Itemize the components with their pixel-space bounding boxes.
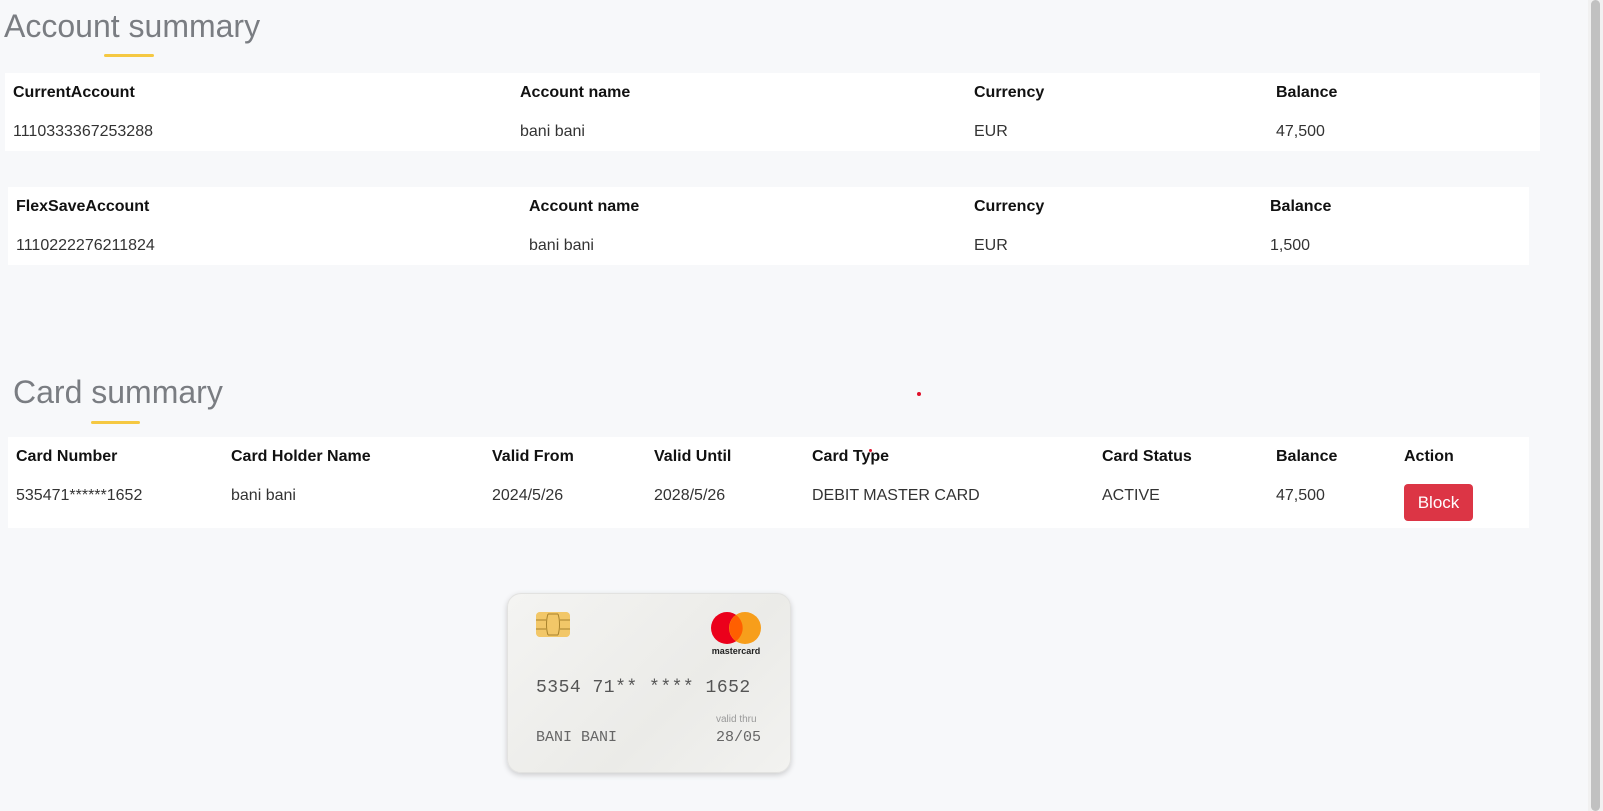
mastercard-brand-text: mastercard (711, 646, 761, 656)
flexsave-account-currency: EUR (974, 237, 1008, 254)
red-dot-marker (917, 392, 921, 396)
valid-until-header: Valid Until (654, 448, 732, 465)
card-holder-header: Card Holder Name (231, 448, 371, 465)
red-dot-marker (869, 449, 872, 452)
valid-until-value: 2028/5/26 (654, 487, 726, 504)
valid-from-value: 2024/5/26 (492, 487, 564, 504)
action-header: Action (1404, 448, 1454, 465)
card-status-header: Card Status (1102, 448, 1192, 465)
account-name-header: Account name (520, 84, 631, 101)
scrollbar-thumb[interactable] (1591, 0, 1600, 811)
card-holder-value: bani bani (231, 487, 296, 504)
card-type-value: DEBIT MASTER CARD (812, 487, 980, 504)
mastercard-logo-icon: mastercard (708, 612, 764, 658)
account-summary-underline (104, 54, 154, 57)
card-type-header: Card Type (812, 448, 890, 465)
current-account-balance: 47,500 (1276, 123, 1325, 140)
account-name-header: Account name (529, 198, 640, 215)
current-account-currency: EUR (974, 123, 1008, 140)
flexsave-account-number: 1110222276211824 (16, 237, 155, 254)
current-account-name: bani bani (520, 123, 585, 140)
card-summary-underline (91, 421, 140, 424)
flexsave-account-balance: 1,500 (1270, 237, 1311, 254)
current-account-number: 1110333367253288 (13, 123, 153, 140)
flexsave-account-name: bani bani (529, 237, 594, 254)
card-table: Card Number Card Holder Name Valid From … (8, 437, 1529, 528)
card-summary-title: Card summary (13, 374, 223, 410)
card-status-value: ACTIVE (1102, 487, 1160, 504)
currency-header: Currency (974, 198, 1045, 215)
card-balance-header: Balance (1276, 448, 1338, 465)
card-visual-number: 5354 71** **** 1652 (536, 678, 751, 698)
account-summary-title: Account summary (4, 8, 261, 44)
flexsave-account-table: FlexSaveAccount Account name Currency Ba… (8, 187, 1529, 265)
block-card-button[interactable]: Block (1404, 484, 1473, 521)
card-number-header: Card Number (16, 448, 118, 465)
card-visual-expiry: 28/05 (716, 729, 762, 746)
valid-thru-label: valid thru (716, 714, 757, 725)
current-account-table: CurrentAccount Account name Currency Bal… (5, 73, 1540, 151)
card-balance-value: 47,500 (1276, 487, 1325, 504)
flexsave-account-header: FlexSaveAccount (16, 198, 150, 215)
card-number-value: 535471******1652 (16, 487, 143, 504)
vertical-scrollbar[interactable] (1588, 0, 1603, 811)
currency-header: Currency (974, 84, 1045, 101)
balance-header: Balance (1270, 198, 1332, 215)
chip-icon (536, 612, 570, 637)
card-visual-holder: BANI BANI (536, 729, 618, 746)
valid-from-header: Valid From (492, 448, 574, 465)
credit-card-visual: mastercard 5354 71** **** 1652 BANI BANI… (507, 593, 791, 773)
balance-header: Balance (1276, 84, 1338, 101)
current-account-header: CurrentAccount (13, 84, 135, 101)
